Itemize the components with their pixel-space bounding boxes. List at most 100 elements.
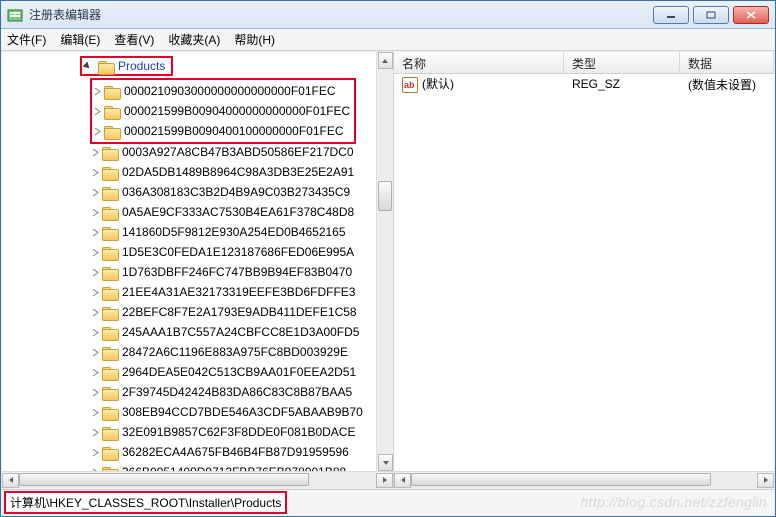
tree-node[interactable]: 000021599B0090400100000000F01FEC — [92, 121, 350, 141]
tree-node[interactable]: 36282ECA4A675FB46B4FB87D91959596 — [2, 442, 393, 462]
list-horizontal-scrollbar[interactable] — [394, 471, 774, 488]
folder-icon — [104, 104, 120, 118]
scroll-thumb[interactable] — [19, 473, 309, 486]
tree-node[interactable]: 2964DEA5E042C513CB9AA01F0EEA2D51 — [2, 362, 393, 382]
expand-icon[interactable] — [92, 86, 102, 96]
expand-icon[interactable] — [90, 167, 100, 177]
scroll-track[interactable] — [411, 473, 757, 488]
tree-node[interactable]: 0000210903000000000000000F01FEC — [92, 81, 350, 101]
tree-label: 0003A927A8CB47B3ABD50586EF217DC0 — [122, 145, 354, 159]
folder-icon — [102, 225, 118, 239]
tree-node[interactable]: 141860D5F9812E930A254ED0B4652165 — [2, 222, 393, 242]
folder-icon — [102, 265, 118, 279]
expand-icon[interactable] — [90, 247, 100, 257]
expand-icon[interactable] — [92, 106, 102, 116]
tree-horizontal-scrollbar[interactable] — [2, 471, 393, 488]
tree-label: 1D763DBFF246FC747BB9B94EF83B0470 — [122, 265, 352, 279]
tree-node[interactable]: 0A5AE9CF333AC7530B4EA61F378C48D8 — [2, 202, 393, 222]
menu-file[interactable]: 文件(F) — [7, 31, 46, 48]
cell-name: (默认) — [394, 75, 564, 93]
menu-edit[interactable]: 编辑(E) — [60, 31, 100, 48]
collapse-icon[interactable] — [82, 61, 92, 71]
minimize-button[interactable] — [653, 6, 689, 24]
folder-icon — [104, 124, 120, 138]
tree-node[interactable]: 000021599B00904000000000000F01FEC — [92, 101, 350, 121]
value-name: (默认) — [422, 77, 454, 91]
menu-favorites[interactable]: 收藏夹(A) — [168, 31, 220, 48]
tree-label: 0A5AE9CF333AC7530B4EA61F378C48D8 — [122, 205, 354, 219]
scroll-track[interactable] — [19, 473, 376, 488]
close-button[interactable] — [733, 6, 769, 24]
expand-icon[interactable] — [90, 267, 100, 277]
folder-icon — [102, 345, 118, 359]
expand-icon[interactable] — [90, 347, 100, 357]
scroll-right-button[interactable] — [376, 473, 393, 488]
folder-icon — [102, 245, 118, 259]
expand-icon[interactable] — [90, 327, 100, 337]
col-header-name[interactable]: 名称 — [394, 52, 564, 73]
expand-icon[interactable] — [90, 287, 100, 297]
tree-node[interactable]: 1D5E3C0FEDA1E123187686FED06E995A — [2, 242, 393, 262]
scroll-up-button[interactable] — [378, 52, 393, 69]
folder-icon — [102, 425, 118, 439]
folder-icon — [102, 285, 118, 299]
tree-node[interactable]: 22BEFC8F7E2A1793E9ADB411DEFE1C58 — [2, 302, 393, 322]
registry-tree[interactable]: Products 0000210903000000000000000F01FEC… — [2, 52, 393, 471]
expand-icon[interactable] — [90, 187, 100, 197]
menubar: 文件(F) 编辑(E) 查看(V) 收藏夹(A) 帮助(H) — [1, 29, 775, 51]
col-header-data[interactable]: 数据 — [680, 52, 774, 73]
scroll-left-button[interactable] — [394, 473, 411, 488]
tree-body: 0003A927A8CB47B3ABD50586EF217DC0 02DA5DB… — [2, 142, 393, 471]
tree-node[interactable]: 2F39745D42424B83DA86C83C8B87BAA5 — [2, 382, 393, 402]
scroll-right-button[interactable] — [757, 473, 774, 488]
tree-node[interactable]: 0003A927A8CB47B3ABD50586EF217DC0 — [2, 142, 393, 162]
scroll-left-button[interactable] — [2, 473, 19, 488]
scroll-thumb[interactable] — [411, 473, 711, 486]
titlebar[interactable]: 注册表编辑器 — [1, 1, 775, 29]
tree-node[interactable]: 308EB94CCD7BDE546A3CDF5ABAAB9B70 — [2, 402, 393, 422]
maximize-button[interactable] — [693, 6, 729, 24]
tree-label: 245AAA1B7C557A24CBFCC8E1D3A00FD5 — [122, 325, 359, 339]
expand-icon[interactable] — [90, 407, 100, 417]
folder-icon — [102, 385, 118, 399]
string-value-icon — [402, 77, 418, 93]
tree-node[interactable]: 32E091B9857C62F3F8DDE0F081B0DACE — [2, 422, 393, 442]
expand-icon[interactable] — [90, 227, 100, 237]
tree-label: 2F39745D42424B83DA86C83C8B87BAA5 — [122, 385, 352, 399]
expand-icon[interactable] — [90, 147, 100, 157]
tree-node[interactable]: 21EE4A31AE32173319EEFE3BD6FDFFE3 — [2, 282, 393, 302]
scroll-down-button[interactable] — [378, 454, 393, 471]
folder-icon — [102, 405, 118, 419]
tree-label: 32E091B9857C62F3F8DDE0F081B0DACE — [122, 425, 355, 439]
tree-label: 000021599B0090400100000000F01FEC — [124, 124, 344, 138]
expand-icon[interactable] — [90, 447, 100, 457]
tree-node[interactable]: 036A308183C3B2D4B9A9C03B273435C9 — [2, 182, 393, 202]
menu-help[interactable]: 帮助(H) — [234, 31, 275, 48]
list-body[interactable]: (默认) REG_SZ (数值未设置) — [394, 74, 774, 471]
tree-node[interactable]: 1D763DBFF246FC747BB9B94EF83B0470 — [2, 262, 393, 282]
tree-node[interactable]: 28472A6C1196E883A975FC8BD003929E — [2, 342, 393, 362]
expand-icon[interactable] — [90, 367, 100, 377]
scroll-track[interactable] — [378, 69, 392, 454]
expand-icon[interactable] — [90, 427, 100, 437]
list-row[interactable]: (默认) REG_SZ (数值未设置) — [394, 74, 774, 94]
list-header: 名称 类型 数据 — [394, 52, 774, 74]
expand-icon[interactable] — [90, 207, 100, 217]
tree-label: 308EB94CCD7BDE546A3CDF5ABAAB9B70 — [122, 405, 363, 419]
tree-node[interactable]: 02DA5DB1489B8964C98A3DB3E25E2A91 — [2, 162, 393, 182]
registry-editor-window: 注册表编辑器 文件(F) 编辑(E) 查看(V) 收藏夹(A) 帮助(H) Pr… — [0, 0, 776, 517]
col-header-type[interactable]: 类型 — [564, 52, 680, 73]
expand-icon[interactable] — [90, 307, 100, 317]
folder-icon — [102, 305, 118, 319]
tree-label: 0000210903000000000000000F01FEC — [124, 84, 336, 98]
tree-node[interactable]: 366B0951409D9713FBB76EB978901B88 — [2, 462, 393, 471]
tree-vertical-scrollbar[interactable] — [376, 52, 393, 471]
tree-label: 2964DEA5E042C513CB9AA01F0EEA2D51 — [122, 365, 356, 379]
tree-node-products[interactable]: Products — [80, 56, 173, 76]
menu-view[interactable]: 查看(V) — [114, 31, 154, 48]
folder-icon — [102, 145, 118, 159]
tree-node[interactable]: 245AAA1B7C557A24CBFCC8E1D3A00FD5 — [2, 322, 393, 342]
expand-icon[interactable] — [92, 126, 102, 136]
expand-icon[interactable] — [90, 387, 100, 397]
scroll-thumb[interactable] — [378, 181, 392, 211]
